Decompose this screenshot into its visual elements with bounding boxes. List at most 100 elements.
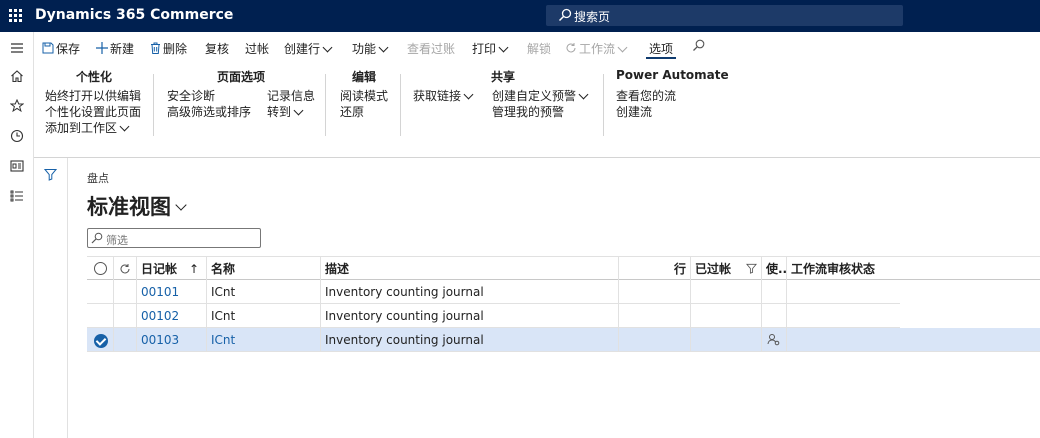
left-navigation	[0, 32, 34, 438]
group-divider	[153, 74, 154, 136]
page-options-group-title: 页面选项	[217, 70, 266, 84]
save-button[interactable]: 保存	[42, 40, 80, 57]
chevron-down-icon	[463, 89, 474, 100]
view-posting-button[interactable]: 查看过账	[407, 40, 455, 57]
page-breadcrumb: 盘点	[87, 172, 109, 185]
star-icon	[10, 99, 24, 113]
advanced-filter-sort-item[interactable]: 高级筛选或排序	[167, 103, 251, 120]
menu-button[interactable]	[0, 36, 34, 60]
print-button[interactable]: 打印	[472, 40, 509, 57]
journal-link[interactable]: 00101	[137, 280, 207, 304]
description-cell: Inventory counting journal	[321, 328, 619, 352]
unlock-button[interactable]: 解锁	[527, 40, 551, 57]
review-button[interactable]: 复核	[205, 40, 229, 57]
action-pane: 保存 新建 删除 复核 过帐 创建行 功能 查看过账 打印 解锁 工作流 选项	[34, 32, 1040, 62]
name-cell: ICnt	[207, 304, 321, 328]
search-icon	[91, 232, 103, 244]
chevron-down-icon	[617, 42, 628, 53]
workflow-button[interactable]: 工作流	[565, 40, 628, 57]
new-button[interactable]: 新建	[96, 40, 134, 57]
create-line-button[interactable]: 创建行	[284, 40, 333, 57]
chevron-down-icon	[293, 105, 304, 116]
options-tab[interactable]: 选项	[649, 40, 673, 57]
recent-button[interactable]	[0, 124, 34, 148]
posted-cell	[691, 328, 762, 352]
name-cell: ICnt	[207, 328, 321, 352]
create-custom-alert-item[interactable]: 创建自定义预警	[492, 87, 589, 104]
home-button[interactable]	[0, 64, 34, 88]
col-lines[interactable]: 行	[619, 257, 691, 281]
col-journal-label: 日记帐	[141, 262, 178, 276]
chevron-down-icon	[119, 121, 130, 132]
get-link-item[interactable]: 获取链接	[413, 87, 474, 104]
name-cell: ICnt	[207, 280, 321, 304]
used-by-cell	[762, 304, 787, 328]
app-launcher-icon[interactable]	[9, 9, 23, 23]
posted-cell	[691, 280, 762, 304]
security-diagnostics-item[interactable]: 安全诊断	[167, 87, 215, 104]
col-workflow-status[interactable]: 工作流审核状态	[787, 257, 1040, 281]
read-mode-item[interactable]: 阅读模式	[340, 87, 388, 104]
chevron-down-icon	[578, 89, 589, 100]
col-description[interactable]: 描述	[321, 257, 619, 281]
view-your-flows-item[interactable]: 查看您的流	[616, 87, 676, 104]
functions-button[interactable]: 功能	[352, 40, 389, 57]
personalize-page-item[interactable]: 个性化设置此页面	[45, 103, 141, 120]
col-used-by[interactable]: 使..	[762, 257, 787, 281]
refresh-cell[interactable]	[114, 257, 137, 281]
row-select-cell[interactable]	[87, 280, 114, 304]
lines-cell	[619, 304, 691, 328]
create-custom-alert-label: 创建自定义预警	[492, 89, 577, 103]
post-button[interactable]: 过帐	[245, 40, 269, 57]
journal-link[interactable]: 00102	[137, 304, 207, 328]
filter-placeholder: 筛选	[106, 234, 128, 247]
group-divider	[325, 74, 326, 136]
options-ribbon: 个性化 始终打开以供编辑 个性化设置此页面 添加到工作区 页面选项 安全诊断 高…	[34, 62, 1040, 158]
filter-icon[interactable]	[746, 263, 757, 274]
create-line-label: 创建行	[284, 42, 321, 56]
save-icon	[42, 42, 54, 54]
hamburger-icon	[11, 43, 23, 53]
go-to-item[interactable]: 转到	[267, 103, 304, 120]
search-page-box[interactable]: 搜索页	[546, 5, 903, 26]
action-search-button[interactable]	[692, 39, 705, 55]
col-name[interactable]: 名称	[207, 257, 321, 281]
row-select-cell[interactable]	[87, 328, 114, 352]
delete-button[interactable]: 删除	[150, 40, 187, 57]
add-to-workspace-item[interactable]: 添加到工作区	[45, 119, 130, 136]
print-label: 打印	[472, 42, 497, 56]
new-label: 新建	[110, 42, 135, 56]
refresh-icon	[566, 43, 576, 53]
col-journal[interactable]: 日记帐 ↑	[137, 257, 207, 281]
table-row-selected[interactable]: 00103 ICnt Inventory counting journal	[87, 328, 1040, 352]
favorites-button[interactable]	[0, 94, 34, 118]
always-open-edit-item[interactable]: 始终打开以供编辑	[45, 87, 141, 104]
view-selector[interactable]: 标准视图	[87, 191, 187, 221]
modules-button[interactable]	[0, 184, 34, 208]
sort-ascending-icon: ↑	[189, 262, 200, 276]
col-posted-label: 已过帐	[695, 262, 732, 276]
refresh-icon[interactable]	[119, 263, 131, 275]
plus-icon	[96, 42, 108, 54]
table-row[interactable]: 00101 ICnt Inventory counting journal	[87, 280, 1040, 304]
select-all-cell[interactable]	[87, 257, 114, 281]
search-icon	[558, 8, 572, 22]
workspaces-button[interactable]	[0, 154, 34, 178]
filter-icon[interactable]	[44, 168, 57, 181]
search-icon	[693, 39, 705, 51]
col-posted[interactable]: 已过帐	[691, 257, 762, 281]
table-row[interactable]: 00102 ICnt Inventory counting journal	[87, 304, 1040, 328]
row-selected-check-icon[interactable]	[94, 334, 108, 348]
quick-filter-input[interactable]: 筛选	[87, 228, 261, 248]
record-info-item[interactable]: 记录信息	[267, 87, 315, 104]
power-automate-group-title: Power Automate	[616, 68, 729, 82]
revert-item[interactable]: 还原	[340, 103, 364, 120]
select-all-radio[interactable]	[94, 262, 107, 275]
home-icon	[11, 70, 23, 83]
journal-link[interactable]: 00103	[137, 328, 207, 352]
create-flow-item[interactable]: 创建流	[616, 103, 652, 120]
top-bar: Dynamics 365 Commerce 搜索页	[0, 0, 1040, 32]
row-select-cell[interactable]	[87, 304, 114, 328]
row-spacer-cell	[114, 328, 137, 352]
manage-my-alerts-item[interactable]: 管理我的预警	[492, 103, 564, 120]
